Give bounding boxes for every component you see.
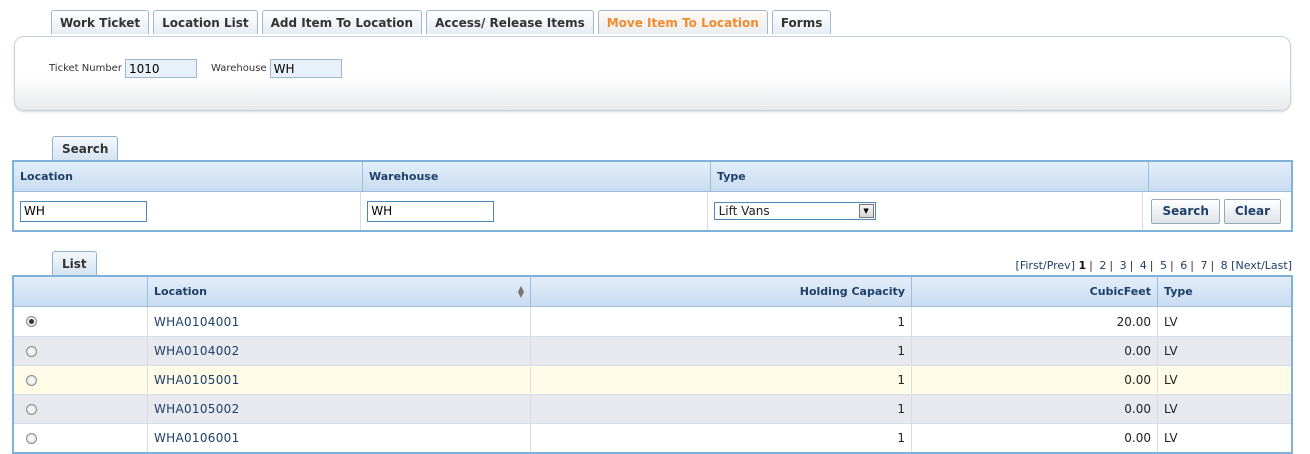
row-select-radio[interactable] [26,403,37,415]
search-button[interactable]: Search [1151,198,1220,224]
tab-forms[interactable]: Forms [771,10,832,34]
location-list-grid: Location ▲ ▼ Holding Capacity CubicFeet T… [12,275,1293,454]
row-holding-capacity: 1 [531,307,912,336]
search-warehouse-input[interactable] [367,200,495,222]
search-header-warehouse: Warehouse [363,162,711,191]
pager-page-5[interactable]: 5 [1160,259,1167,272]
search-grid-row: Lift Vans ▼ Search Clear [14,192,1291,230]
row-select-radio[interactable] [26,345,37,357]
ticket-number-group: Ticket Number [49,59,197,78]
search-header-actions [1149,162,1291,191]
chevron-down-icon[interactable]: ▼ [858,204,874,218]
tab-access-release-items[interactable]: Access/ Release Items [426,10,594,34]
row-location-link[interactable]: WHA0104002 [154,344,240,358]
search-section-tab[interactable]: Search [52,136,119,160]
list-header-location[interactable]: Location ▲ ▼ [148,277,531,306]
top-tab-bar: Work Ticket Location List Add Item To Lo… [51,10,835,34]
row-select-cell [14,395,148,423]
row-holding-capacity: 1 [531,424,912,452]
search-grid-header: Location Warehouse Type [14,162,1291,192]
tab-add-item-to-location[interactable]: Add Item To Location [261,10,423,34]
table-row[interactable]: WHA0105002 1 0.00 LV [14,394,1291,423]
list-section-tab[interactable]: List [52,251,97,275]
pager-page-7[interactable]: 7 [1200,259,1207,272]
row-cubic-feet: 20.00 [912,307,1158,336]
row-select-radio[interactable] [26,432,37,444]
pager-page-2[interactable]: 2 [1099,259,1106,272]
row-location-cell: WHA0105002 [148,395,531,423]
search-type-cell: Lift Vans ▼ [708,192,1144,230]
search-type-select[interactable]: Lift Vans ▼ [713,202,876,220]
pager-page-6[interactable]: 6 [1180,259,1187,272]
row-select-radio[interactable] [26,374,37,386]
list-grid-header: Location ▲ ▼ Holding Capacity CubicFeet T… [14,277,1291,307]
row-location-link[interactable]: WHA0106001 [154,431,240,445]
list-header-cubic-feet: CubicFeet [912,277,1158,306]
row-location-cell: WHA0105001 [148,366,531,394]
table-row[interactable]: WHA0104001 1 20.00 LV [14,307,1291,336]
tab-move-item-to-location[interactable]: Move Item To Location [597,10,768,34]
ticket-warehouse-label: Warehouse [211,63,267,74]
search-actions-cell: Search Clear [1143,192,1291,230]
ticket-header-panel: Ticket Number Warehouse [14,36,1291,111]
row-select-cell [14,366,148,394]
list-header-holding-capacity: Holding Capacity [531,277,912,306]
row-cubic-feet: 0.00 [912,424,1158,452]
ticket-warehouse-field[interactable] [269,59,342,78]
row-location-cell: WHA0106001 [148,424,531,452]
row-cubic-feet: 0.00 [912,366,1158,394]
search-header-type: Type [711,162,1149,191]
row-select-cell [14,307,148,336]
row-type: LV [1164,402,1178,416]
row-cubic-feet: 0.00 [912,337,1158,365]
ticket-number-field[interactable] [124,59,197,78]
row-location-link[interactable]: WHA0105002 [154,402,240,416]
pager-next-last[interactable]: [Next/Last] [1231,259,1292,272]
row-holding-capacity: 1 [531,395,912,423]
list-header-type: Type [1164,285,1193,298]
search-header-location: Location [14,162,363,191]
list-header-select [14,277,148,306]
search-location-input[interactable] [20,200,147,222]
search-warehouse-cell [361,192,708,230]
sort-icon[interactable]: ▲ ▼ [518,284,524,298]
row-location-link[interactable]: WHA0104001 [154,315,240,329]
tab-work-ticket[interactable]: Work Ticket [51,10,150,34]
row-location-cell: WHA0104002 [148,337,531,365]
row-type: LV [1164,344,1178,358]
clear-button[interactable]: Clear [1223,198,1281,224]
pager-page-4[interactable]: 4 [1140,259,1147,272]
search-grid: Location Warehouse Type Lift Vans ▼ Sear… [12,160,1293,232]
row-select-cell [14,424,148,452]
ticket-number-label: Ticket Number [49,63,122,74]
search-type-selected-value: Lift Vans [718,204,770,218]
pager-page-1: 1 [1078,259,1087,272]
table-row[interactable]: WHA0106001 1 0.00 LV [14,423,1291,452]
pager-page-8[interactable]: 8 [1221,259,1228,272]
row-location-cell: WHA0104001 [148,307,531,336]
ticket-warehouse-group: Warehouse [211,59,342,78]
pager-page-3[interactable]: 3 [1120,259,1127,272]
row-type: LV [1164,314,1178,329]
table-row[interactable]: WHA0105001 1 0.00 LV [14,365,1291,394]
row-holding-capacity: 1 [531,337,912,365]
tab-location-list[interactable]: Location List [153,10,258,34]
row-holding-capacity: 1 [531,366,912,394]
row-type: LV [1164,431,1178,445]
row-location-link[interactable]: WHA0105001 [154,373,240,387]
pager: [First/Prev] 1 | 2 | 3 | 4 | 5 | 6 | 7 | 8 [Nex… [1015,259,1292,272]
table-row[interactable]: WHA0104002 1 0.00 LV [14,336,1291,365]
row-cubic-feet: 0.00 [912,395,1158,423]
search-location-cell [14,192,362,230]
pager-first-prev[interactable]: [First/Prev] [1016,259,1075,272]
list-header-location-label: Location [154,285,207,298]
row-select-cell [14,337,148,365]
row-type: LV [1164,373,1178,387]
row-select-radio[interactable] [26,316,37,327]
